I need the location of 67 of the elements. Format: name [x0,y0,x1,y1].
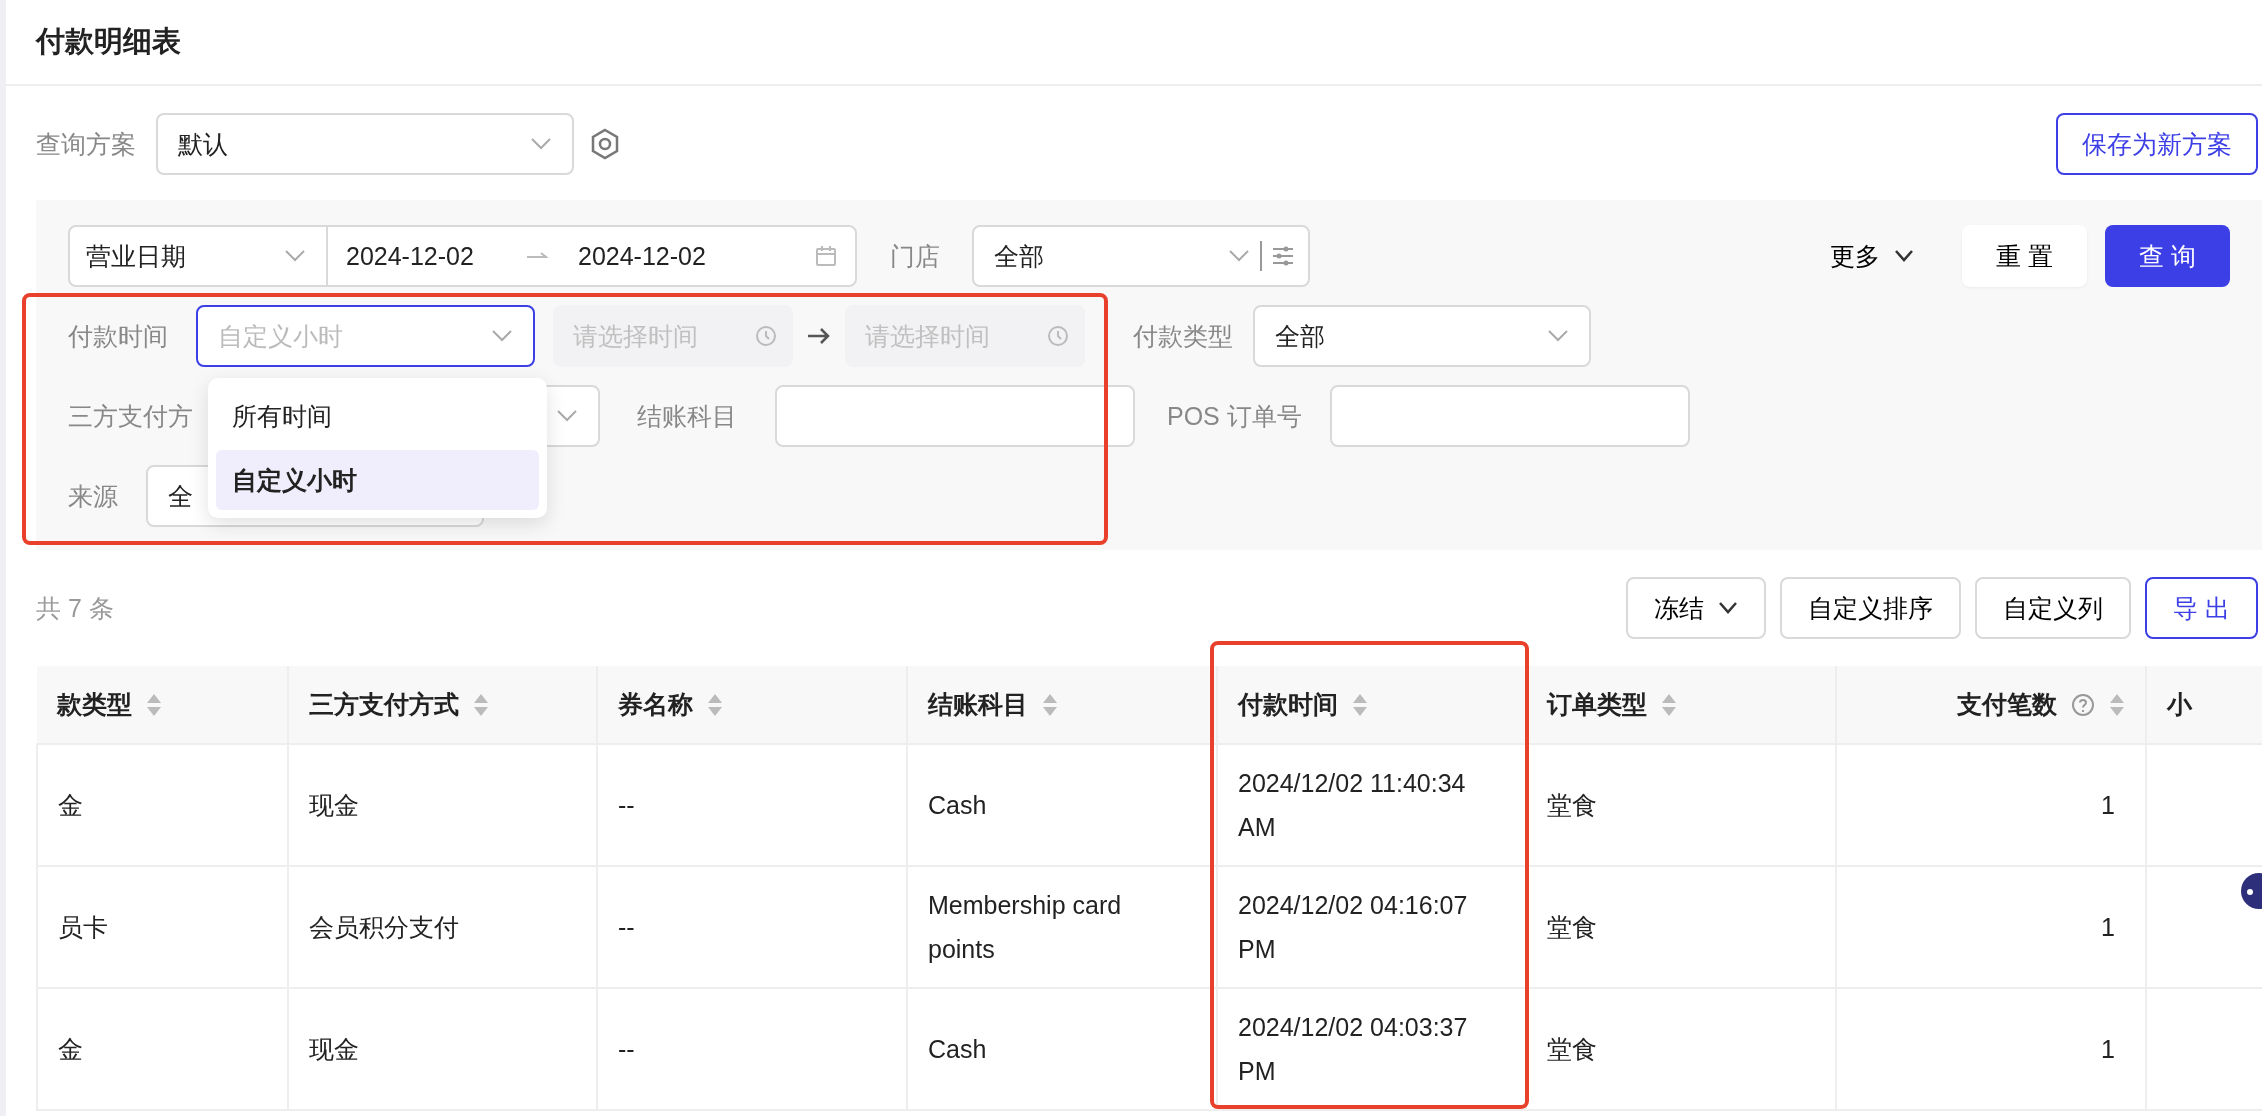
field-label: 付款类型 [1133,320,1233,352]
query-button[interactable]: 查 询 [2105,225,2230,287]
pay-type-select[interactable]: 全部 [1253,305,1591,367]
caret-icon [491,329,513,343]
table-cell: 2024/12/02 04:03:37 PM [1238,1013,1468,1085]
dropdown-option[interactable]: 自定义小时 [216,450,539,510]
table-cell: -- [618,791,635,819]
table-cell: Cash [928,791,987,819]
pos-order-input[interactable] [1329,385,1690,447]
field-label: 付款时间 [68,320,168,352]
table-cell: 现金 [309,791,359,819]
column-header[interactable]: 结账科目 [907,666,1217,744]
scheme-select[interactable]: 默认 [156,113,574,175]
settings-icon[interactable] [590,128,620,160]
table-cell: 金 [58,791,83,819]
caret-icon [1718,601,1739,615]
export-button[interactable]: 导 出 [2145,577,2258,639]
field-label: 查询方案 [36,128,136,160]
more-filters-button[interactable]: 更多 [1830,239,1915,273]
table-cell: 1 [2101,913,2115,941]
table-cell: 金 [58,1035,83,1063]
column-header[interactable]: 小 [2146,666,2262,744]
table-cell: 2024/12/02 04:16:07 PM [1238,891,1468,963]
store-select[interactable]: 全部 [972,225,1310,287]
column-header[interactable]: 三方支付方式 [288,666,597,744]
column-header[interactable]: 款类型 [37,666,288,744]
column-header[interactable]: 订单类型 [1526,666,1836,744]
column-header[interactable]: 券名称 [597,666,907,744]
freeze-dropdown-button[interactable]: 冻结 [1626,577,1767,639]
toolbar-button[interactable]: 自定义排序 [1780,577,1962,639]
table-cell: 1 [2101,791,2115,819]
caret-icon [1547,329,1569,343]
table-cell: 员卡 [58,913,108,941]
field-label: 三方支付方 [68,400,194,432]
caret-icon [556,409,578,423]
table-cell: Membership card points [928,891,1122,963]
account-input[interactable] [775,385,1135,447]
table-cell: 堂食 [1547,1035,1597,1063]
column-header[interactable]: 付款时间 [1217,666,1526,744]
field-label: POS 订单号 [1167,400,1302,432]
table-cell: -- [618,1035,635,1063]
caret-icon [530,137,552,151]
table-cell: 1 [2101,1035,2115,1063]
table-cell: 现金 [309,1035,359,1063]
table-cell: 会员积分支付 [309,913,459,941]
caret-icon [1228,249,1250,263]
help-icon[interactable] [2071,692,2095,717]
arrow-icon [807,327,831,345]
filter-settings-icon[interactable] [1272,246,1294,266]
toolbar-button[interactable]: 自定义列 [1975,577,2132,639]
clock-icon [755,325,777,347]
field-label: 结账科目 [637,400,737,432]
table-cell: -- [618,913,635,941]
page-title: 付款明细表 [36,24,181,59]
table-cell: 堂食 [1547,791,1597,819]
caret-icon [1894,249,1915,263]
table-cell: 2024/12/02 11:40:34 AM [1238,769,1466,841]
field-label: 来源 [68,480,118,512]
save-scheme-button[interactable]: 保存为新方案 [2056,113,2258,175]
total-count: 共 7 条 [36,592,114,624]
field-label: 门店 [890,240,940,272]
dropdown-option[interactable]: 所有时间 [216,386,539,446]
clock-icon [1047,325,1069,347]
reset-button[interactable]: 重 置 [1962,225,2088,287]
table-cell: 堂食 [1547,913,1597,941]
table-cell: Cash [928,1035,987,1063]
column-header[interactable]: 支付笔数 [1836,666,2146,744]
